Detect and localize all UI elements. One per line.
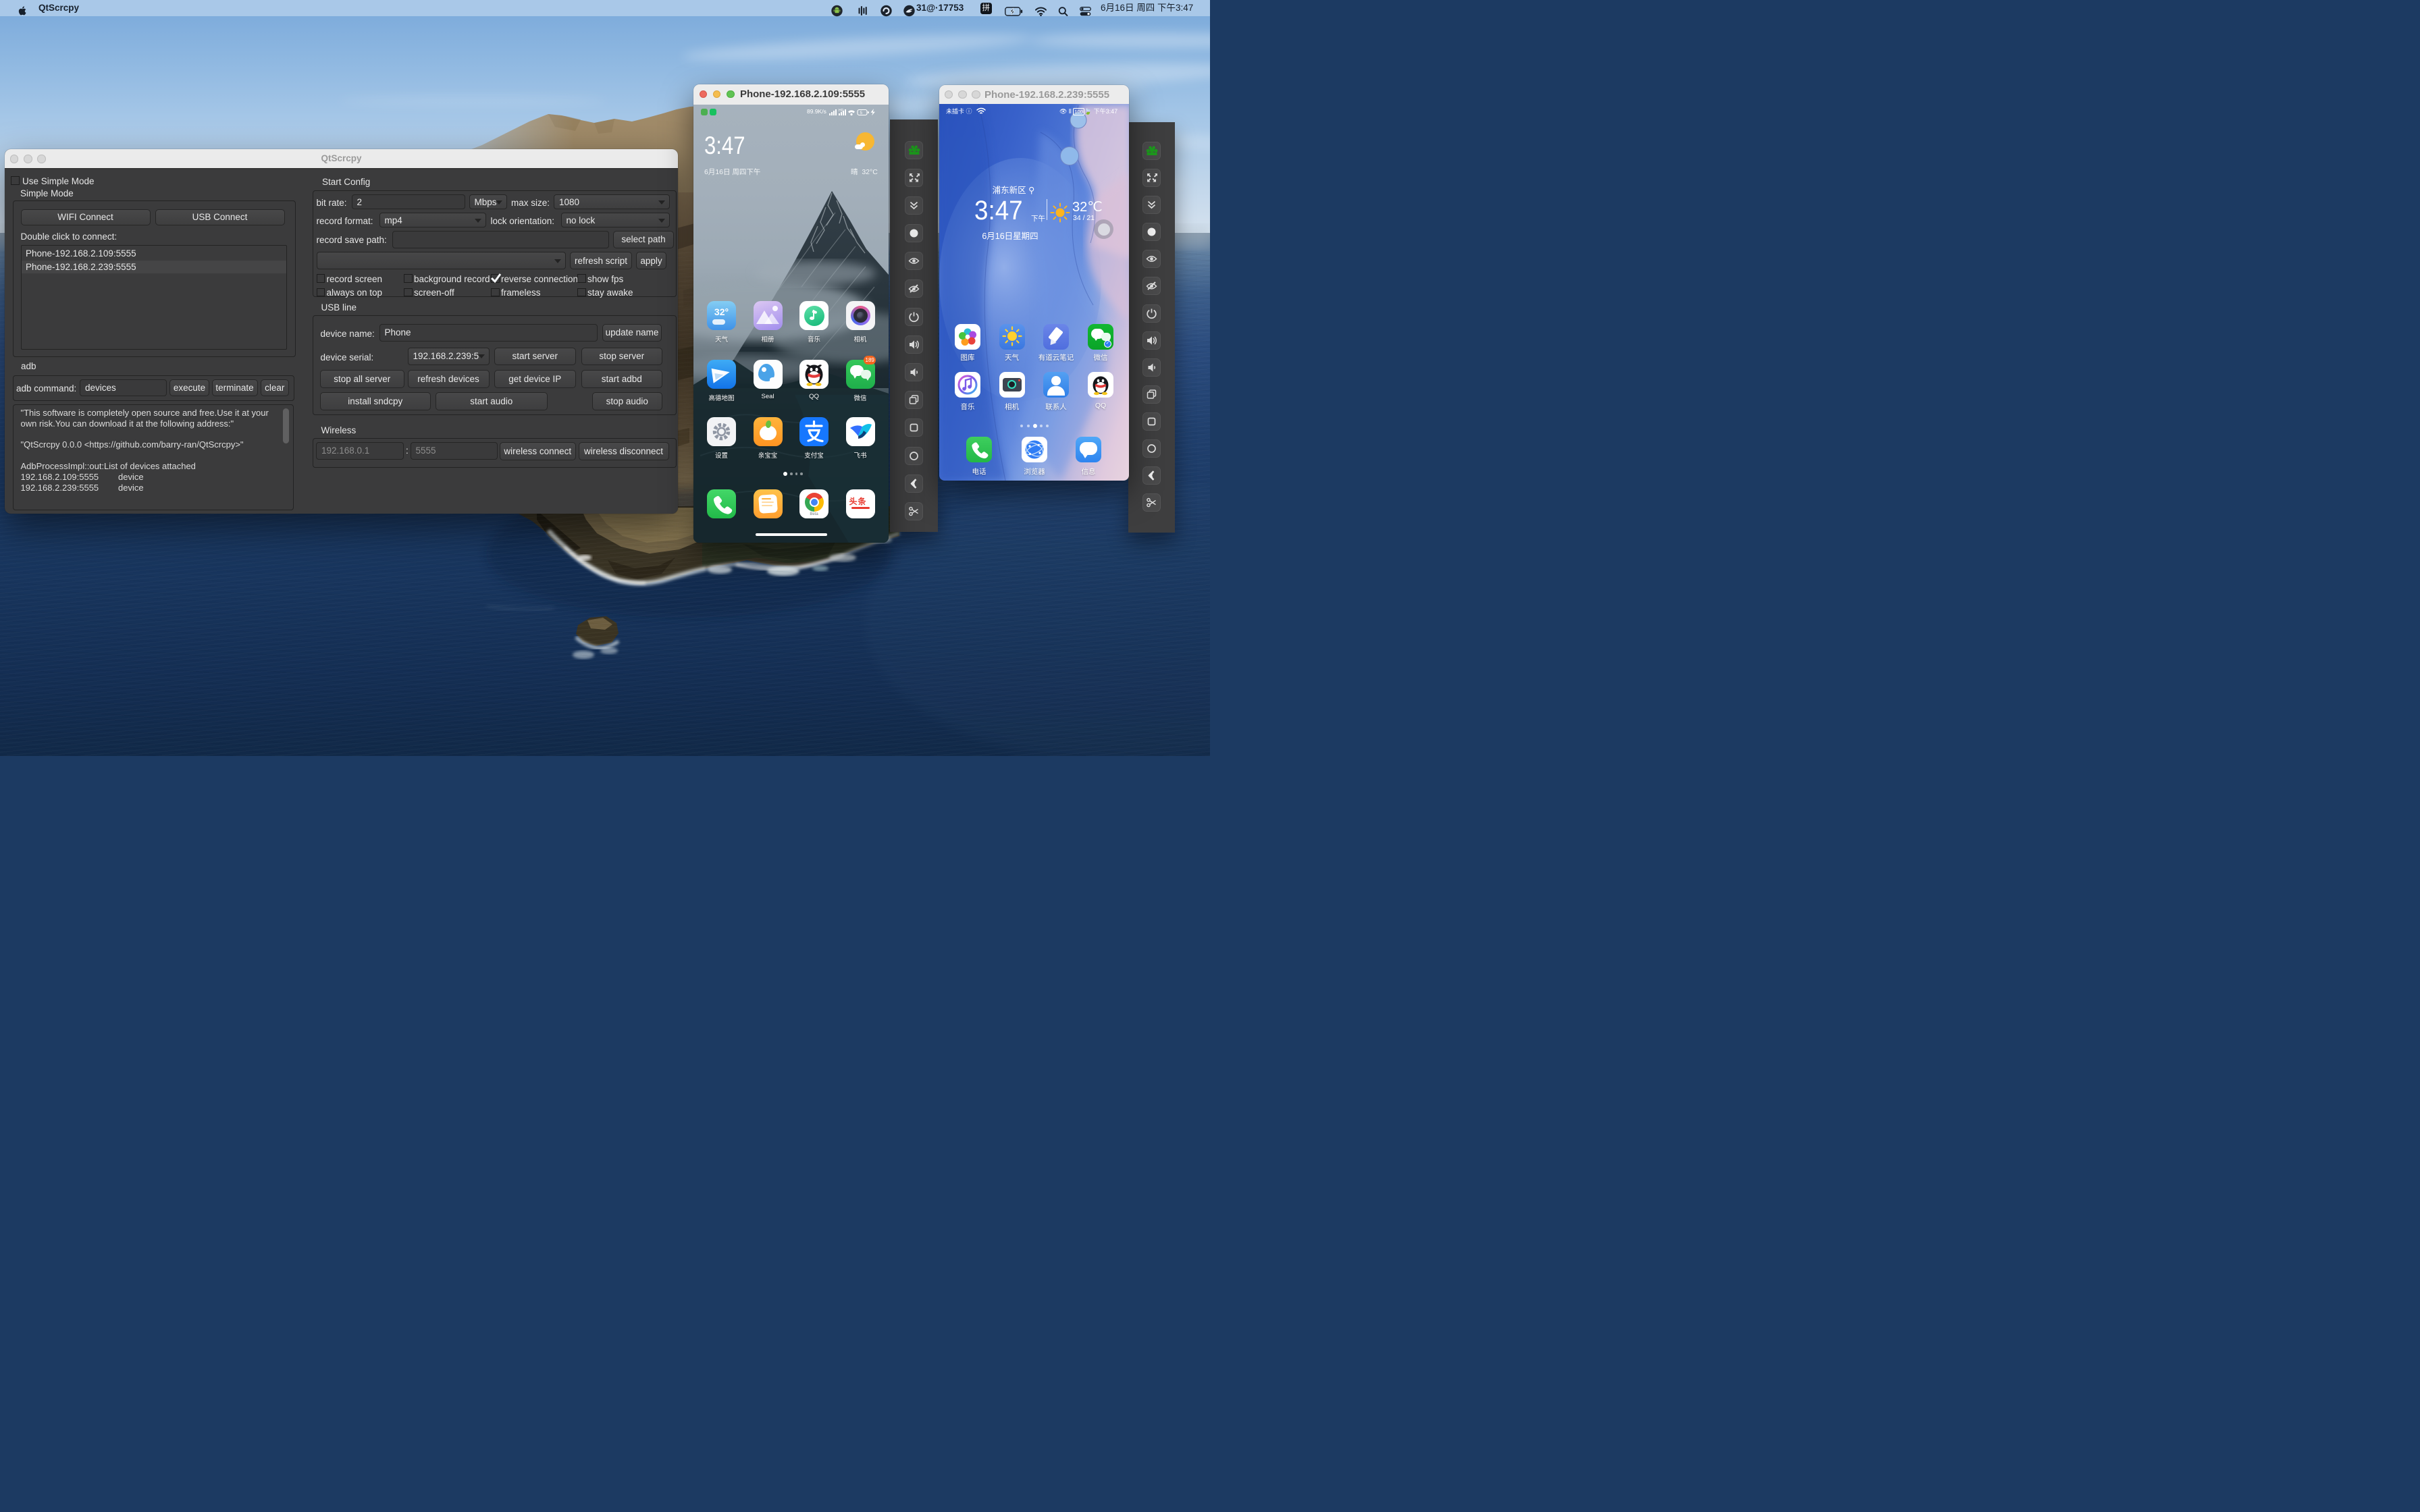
svg-text:5: 5: [860, 111, 863, 115]
